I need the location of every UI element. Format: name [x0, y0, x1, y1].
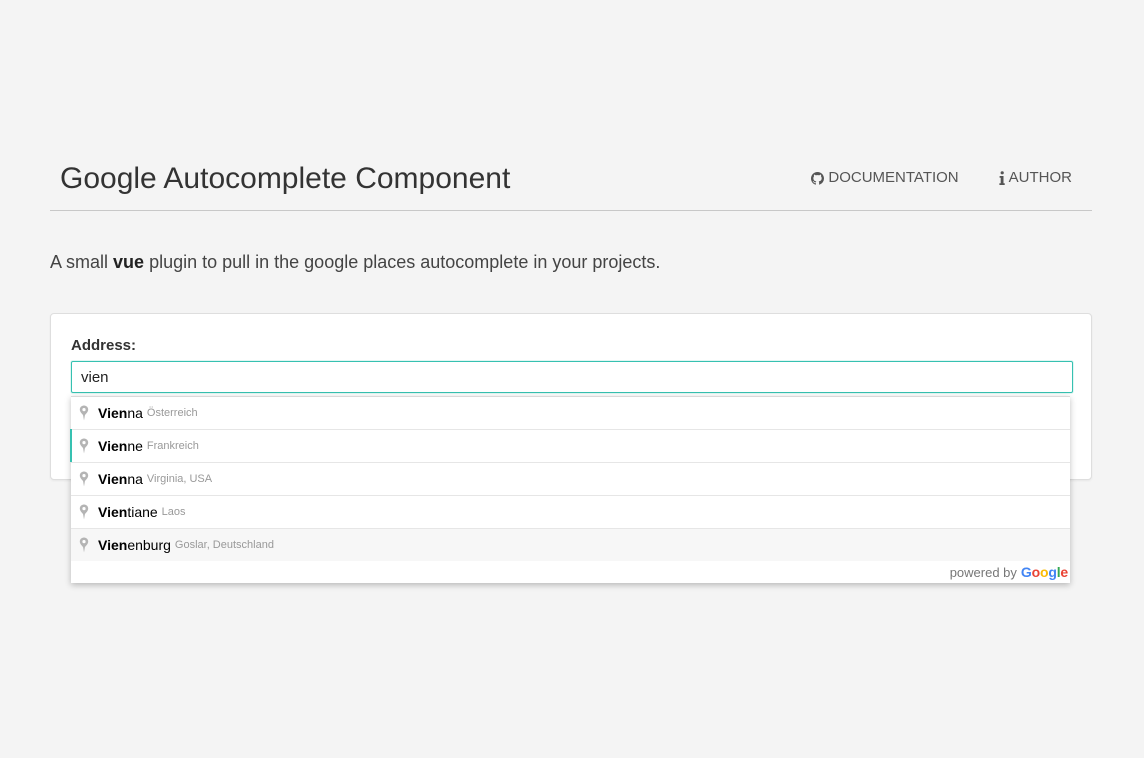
suggestion-rest: na — [127, 471, 143, 487]
lead-text-end: plugin to pull in the google places auto… — [144, 252, 661, 272]
suggestion-rest: enburg — [127, 537, 171, 553]
suggestion-item[interactable]: Vien na Österreich — [71, 397, 1070, 429]
suggestion-item[interactable]: Vien tiane Laos — [71, 495, 1070, 528]
suggestion-secondary: Virginia, USA — [146, 473, 213, 485]
nav-link-label: DOCUMENTATION — [828, 169, 959, 186]
suggestion-rest: tiane — [127, 504, 158, 520]
powered-by-google: powered by Google — [71, 561, 1070, 583]
powered-by-text: powered by — [949, 564, 1017, 580]
suggestion-item[interactable]: Vien na Virginia, USA — [71, 462, 1070, 495]
suggestion-rest: ne — [127, 438, 143, 454]
suggestion-item[interactable]: Vien ne Frankreich — [70, 429, 1070, 462]
suggestion-secondary: Österreich — [146, 407, 198, 419]
lead-text-start: A small — [50, 252, 114, 272]
suggestion-match: Vien — [98, 405, 128, 421]
map-pin-icon — [79, 438, 89, 454]
suggestion-match: Vien — [98, 504, 128, 520]
google-logo-letter: e — [1060, 564, 1068, 580]
info-icon — [999, 171, 1005, 185]
nav-link-label: AUTHOR — [1008, 169, 1072, 186]
nav-link-documentation[interactable]: DOCUMENTATION — [811, 168, 959, 188]
suggestion-match: Vien — [98, 471, 128, 487]
page-header: Google Autocomplete Component DOCUMENTAT… — [50, 150, 1092, 211]
autocomplete-dropdown: Vien na Österreich Vien ne Frankreich Vien na… — [70, 396, 1070, 583]
header-nav: DOCUMENTATION AUTHOR — [811, 168, 1072, 188]
google-logo: Google — [1021, 564, 1068, 580]
map-pin-icon — [79, 405, 89, 421]
suggestion-secondary: Laos — [161, 506, 186, 518]
lead-text-bold: vue — [113, 252, 145, 272]
google-logo-letter: o — [1031, 564, 1041, 580]
page-title: Google Autocomplete Component — [60, 162, 511, 195]
github-icon — [811, 171, 825, 185]
address-input[interactable] — [71, 361, 1073, 393]
map-pin-icon — [79, 537, 89, 553]
google-logo-letter: G — [1020, 564, 1032, 580]
map-pin-icon — [79, 471, 89, 487]
suggestion-rest: na — [127, 405, 143, 421]
address-label: Address: — [71, 337, 137, 354]
suggestion-secondary: Frankreich — [146, 440, 199, 452]
suggestion-secondary: Goslar, Deutschland — [174, 539, 274, 551]
suggestion-item[interactable]: Vien enburg Goslar, Deutschland — [71, 528, 1070, 561]
suggestion-match: Vien — [98, 438, 128, 454]
google-logo-letter: g — [1048, 564, 1057, 580]
map-pin-icon — [79, 504, 89, 520]
nav-link-author[interactable]: AUTHOR — [999, 168, 1072, 188]
lead-text: A small vue plugin to pull in the google… — [50, 250, 660, 274]
suggestion-match: Vien — [98, 537, 128, 553]
